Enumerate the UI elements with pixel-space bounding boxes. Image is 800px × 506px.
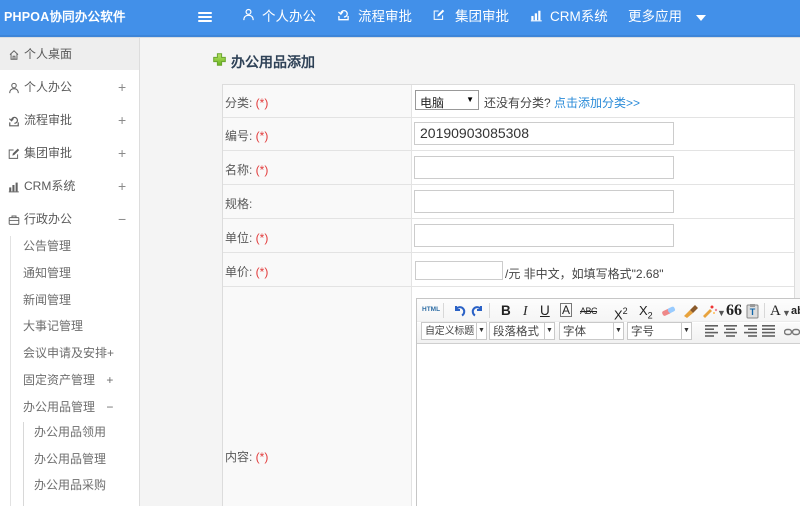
svg-text:T: T bbox=[750, 307, 756, 317]
